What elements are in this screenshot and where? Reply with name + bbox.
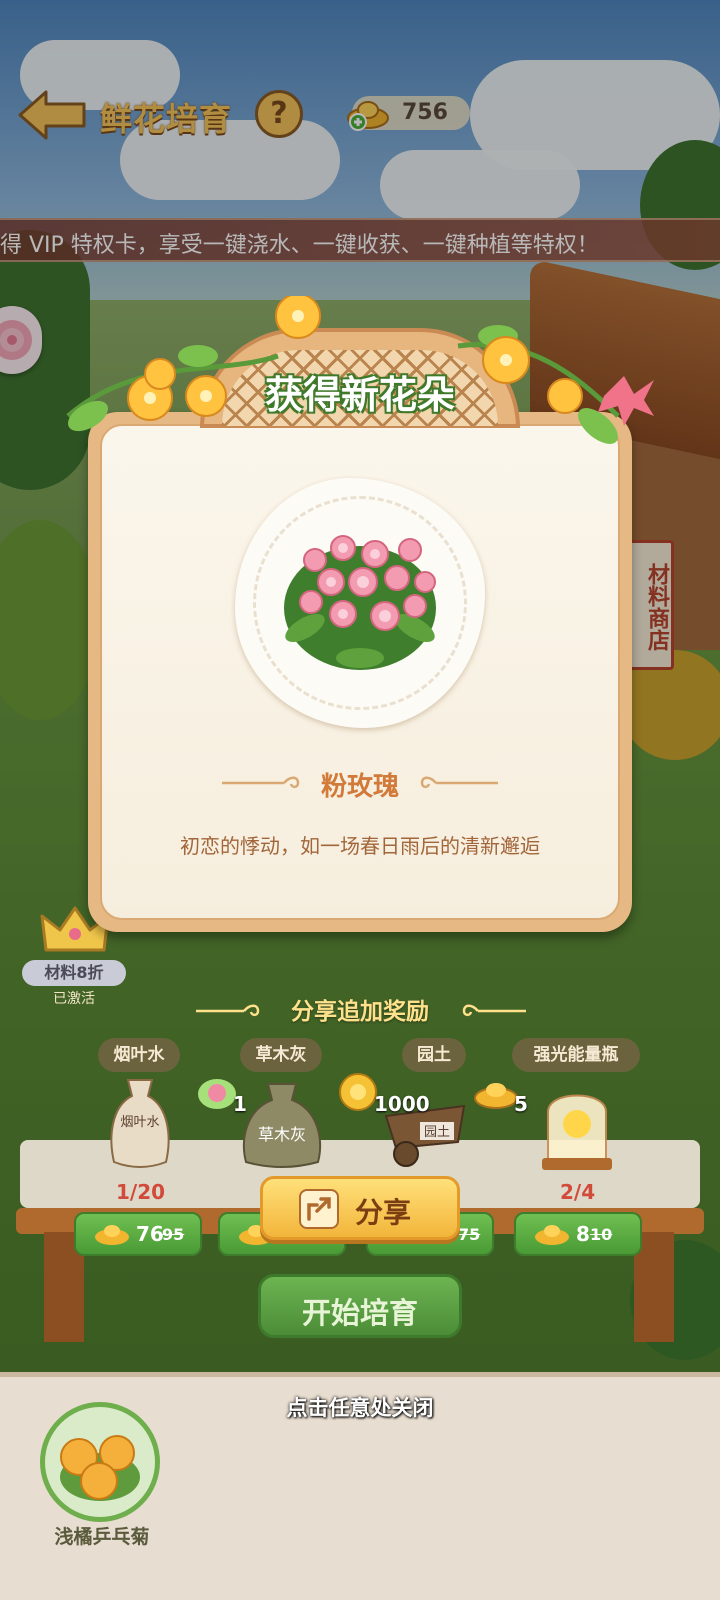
plant-ash-sack-icon[interactable]: 草木灰 xyxy=(238,1078,326,1170)
material-tag: 烟叶水 xyxy=(98,1038,180,1072)
material-tag: 强光能量瓶 xyxy=(512,1038,640,1072)
flower-medallion xyxy=(235,478,485,728)
gold-ingot-icon xyxy=(474,1083,518,1109)
share-icon xyxy=(299,1189,339,1229)
share-button[interactable]: 分享 xyxy=(260,1176,460,1240)
vip-status: 已激活 xyxy=(53,991,95,1007)
vip-discount-label: 材料8折 xyxy=(22,960,126,986)
price-original: 10 xyxy=(590,1225,613,1244)
sack-text: 草木灰 xyxy=(258,1125,306,1144)
flower-vine-decoration xyxy=(66,296,654,444)
price-original: 75 xyxy=(458,1225,481,1244)
material-progress: 2/4 xyxy=(560,1180,596,1204)
start-label: 开始培育 xyxy=(301,1296,418,1330)
seed-slot[interactable] xyxy=(40,1402,160,1522)
tobacco-water-sack-icon[interactable]: 烟叶水 xyxy=(106,1076,174,1172)
buy-material-button[interactable]: 76 95 xyxy=(74,1212,202,1256)
seed-name: 浅橘乒乓菊 xyxy=(54,1526,150,1548)
swirl-decoration-right xyxy=(462,1004,526,1017)
cart-label: 园土 xyxy=(424,1125,450,1140)
light-energy-bottle-icon[interactable] xyxy=(540,1080,614,1172)
gold-ingot-icon xyxy=(95,1225,129,1245)
material-progress: 1/20 xyxy=(116,1180,166,1204)
pink-rose-bush-icon xyxy=(284,535,436,670)
rose-seed-icon xyxy=(198,1079,236,1109)
swirl-decoration-right xyxy=(420,776,498,789)
flower-description: 初恋的悸动，如一场春日雨后的清新邂逅 xyxy=(180,834,540,858)
price-current: 8 xyxy=(576,1222,590,1246)
reward-amount: 1 xyxy=(233,1092,247,1116)
sack-text: 烟叶水 xyxy=(120,1115,159,1130)
orange-pingpong-mum-icon xyxy=(60,1435,140,1501)
gold-ingot-icon xyxy=(535,1225,569,1245)
start-cultivation-button[interactable]: 开始培育 xyxy=(258,1274,462,1338)
material-tag: 草木灰 xyxy=(240,1038,322,1072)
gold-coin-icon xyxy=(339,1073,377,1111)
buy-material-button[interactable]: 8 10 xyxy=(514,1212,642,1256)
share-label: 分享 xyxy=(355,1196,412,1229)
price-current: 76 xyxy=(136,1222,164,1246)
material-tag: 园土 xyxy=(402,1038,466,1072)
reward-amount: 1000 xyxy=(374,1092,430,1116)
reward-amount: 5 xyxy=(514,1092,528,1116)
price-original: 95 xyxy=(162,1225,185,1244)
close-hint[interactable]: 点击任意处关闭 xyxy=(210,1392,510,1422)
